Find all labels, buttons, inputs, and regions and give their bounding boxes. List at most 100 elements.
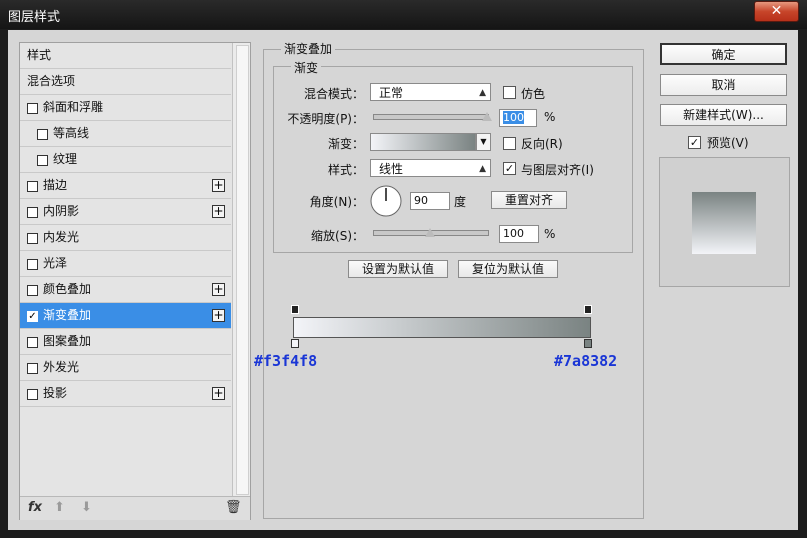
styles-list-item-label: 内阴影 xyxy=(43,204,80,218)
blend-mode-select[interactable]: 正常 ▲ xyxy=(370,83,491,101)
dither-label: 仿色 xyxy=(521,87,546,101)
close-button[interactable]: ✕ xyxy=(754,1,799,22)
angle-input[interactable]: 90 xyxy=(410,192,450,210)
opacity-stop-left[interactable] xyxy=(291,305,299,314)
gradient-label: 渐变： xyxy=(327,137,364,151)
align-checkbox[interactable]: ✓ xyxy=(503,162,516,175)
styles-list-item[interactable]: 投影 + xyxy=(20,381,231,407)
new-style-button[interactable]: 新建样式(W)... xyxy=(660,104,787,126)
add-icon[interactable]: + xyxy=(212,179,225,192)
styles-list-item[interactable]: ✓ 渐变叠加 + xyxy=(20,303,231,329)
styles-scrollbar[interactable] xyxy=(232,43,250,496)
style-checkbox[interactable] xyxy=(27,207,38,218)
angle-unit: 度 xyxy=(454,195,467,209)
scale-slider-knob[interactable] xyxy=(425,228,435,237)
ok-button[interactable]: 确定 xyxy=(660,43,787,65)
style-checkbox[interactable]: ✓ xyxy=(27,311,38,322)
make-default-button[interactable]: 设置为默认值 xyxy=(348,260,448,278)
add-icon[interactable]: + xyxy=(212,387,225,400)
checkmark-icon: ✓ xyxy=(689,136,700,149)
styles-list-item-label: 描边 xyxy=(43,178,68,192)
style-select[interactable]: 线性 ▲ xyxy=(370,159,491,177)
trash-icon[interactable]: 🗑 xyxy=(225,500,242,515)
styles-list-item[interactable]: 混合选项 xyxy=(20,69,231,95)
opacity-unit: % xyxy=(544,110,556,124)
styles-list-item-label: 投影 xyxy=(43,386,68,400)
checkmark-icon: ✓ xyxy=(504,162,515,175)
opacity-slider-knob[interactable] xyxy=(482,112,492,121)
group-title: 渐变 xyxy=(291,59,322,76)
style-checkbox[interactable] xyxy=(27,233,38,244)
blend-mode-label: 混合模式： xyxy=(303,87,364,101)
layer-style-dialog: 图层样式 ✕ 样式混合选项斜面和浮雕等高线纹理描边 + 内阴影 + 内发光光泽 颜色叠加 +… xyxy=(0,0,807,538)
style-checkbox[interactable] xyxy=(27,181,38,192)
style-checkbox[interactable] xyxy=(37,129,48,140)
style-checkbox[interactable] xyxy=(27,337,38,348)
color-stop-left[interactable] xyxy=(291,339,299,348)
styles-list-item[interactable]: 外发光 xyxy=(20,355,231,381)
styles-list-item-label: 图案叠加 xyxy=(43,334,92,348)
styles-list-item[interactable]: 斜面和浮雕 xyxy=(20,95,231,121)
styles-list-item-label: 混合选项 xyxy=(27,74,76,88)
style-label: 样式： xyxy=(327,163,364,177)
style-checkbox[interactable] xyxy=(37,155,48,166)
add-icon[interactable]: + xyxy=(212,283,225,296)
styles-list-item[interactable]: 内阴影 + xyxy=(20,199,231,225)
add-icon[interactable]: + xyxy=(212,205,225,218)
arrow-down-icon[interactable]: ⬇ xyxy=(81,500,92,515)
preview-swatch xyxy=(692,192,756,254)
title-bar[interactable]: 图层样式 ✕ xyxy=(0,0,807,29)
preview-area xyxy=(659,157,790,287)
gradient-picker[interactable] xyxy=(370,133,476,151)
style-checkbox[interactable] xyxy=(27,285,38,296)
updown-icon: ▲ xyxy=(479,88,486,98)
reverse-checkbox[interactable] xyxy=(503,137,516,150)
styles-list-item[interactable]: 光泽 xyxy=(20,251,231,277)
styles-list-item-label: 内发光 xyxy=(43,230,80,244)
window-title: 图层样式 xyxy=(8,10,61,25)
blend-mode-value: 正常 xyxy=(379,86,404,100)
reset-default-button[interactable]: 复位为默认值 xyxy=(458,260,558,278)
scale-label: 缩放(S)： xyxy=(311,229,364,243)
scale-input[interactable]: 100 xyxy=(499,225,539,243)
color-stop-right[interactable] xyxy=(584,339,592,348)
styles-list-item-label: 渐变叠加 xyxy=(43,308,92,322)
dialog-body: 样式混合选项斜面和浮雕等高线纹理描边 + 内阴影 + 内发光光泽 颜色叠加 + ✓ 渐变叠加 + 图… xyxy=(8,30,798,530)
angle-dial[interactable] xyxy=(369,184,403,218)
scale-unit: % xyxy=(544,227,556,241)
styles-list-item[interactable]: 纹理 xyxy=(20,147,231,173)
opacity-stop-right[interactable] xyxy=(584,305,592,314)
styles-list-item[interactable]: 颜色叠加 + xyxy=(20,277,231,303)
styles-list-item[interactable]: 等高线 xyxy=(20,121,231,147)
cancel-button[interactable]: 取消 xyxy=(660,74,787,96)
styles-list-item[interactable]: 图案叠加 xyxy=(20,329,231,355)
style-checkbox[interactable] xyxy=(27,363,38,374)
opacity-input[interactable]: 100 xyxy=(499,109,537,127)
styles-list-item[interactable]: 样式 xyxy=(20,43,231,69)
styles-list-item-label: 等高线 xyxy=(53,126,90,140)
scrollbar-thumb[interactable] xyxy=(236,45,249,495)
add-icon[interactable]: + xyxy=(212,309,225,322)
opacity-value: 100 xyxy=(503,111,524,124)
opacity-slider[interactable] xyxy=(373,114,489,120)
styles-list-item[interactable]: 描边 + xyxy=(20,173,231,199)
fx-icon[interactable]: fx xyxy=(28,500,42,515)
updown-icon: ▲ xyxy=(479,164,486,174)
preview-label: 预览(V) xyxy=(707,136,749,150)
styles-list-item[interactable]: 内发光 xyxy=(20,225,231,251)
dither-checkbox[interactable] xyxy=(503,86,516,99)
section-title: 渐变叠加 xyxy=(281,40,336,57)
angle-value: 90 xyxy=(414,194,428,207)
reverse-label: 反向(R) xyxy=(521,137,563,151)
style-checkbox[interactable] xyxy=(27,389,38,400)
gradient-dropdown-icon[interactable]: ▼ xyxy=(476,133,491,151)
style-checkbox[interactable] xyxy=(27,103,38,114)
reset-align-button[interactable]: 重置对齐 xyxy=(491,191,567,209)
preview-checkbox[interactable]: ✓ xyxy=(688,136,701,149)
style-checkbox[interactable] xyxy=(27,259,38,270)
styles-list: 样式混合选项斜面和浮雕等高线纹理描边 + 内阴影 + 内发光光泽 颜色叠加 + ✓ 渐变叠加 + 图… xyxy=(20,43,231,407)
opacity-label: 不透明度(P)： xyxy=(287,112,364,126)
styles-bottom-bar: fx ⬆ ⬇ 🗑 xyxy=(20,496,250,520)
arrow-up-icon[interactable]: ⬆ xyxy=(54,500,65,515)
gradient-bar[interactable] xyxy=(293,317,591,338)
